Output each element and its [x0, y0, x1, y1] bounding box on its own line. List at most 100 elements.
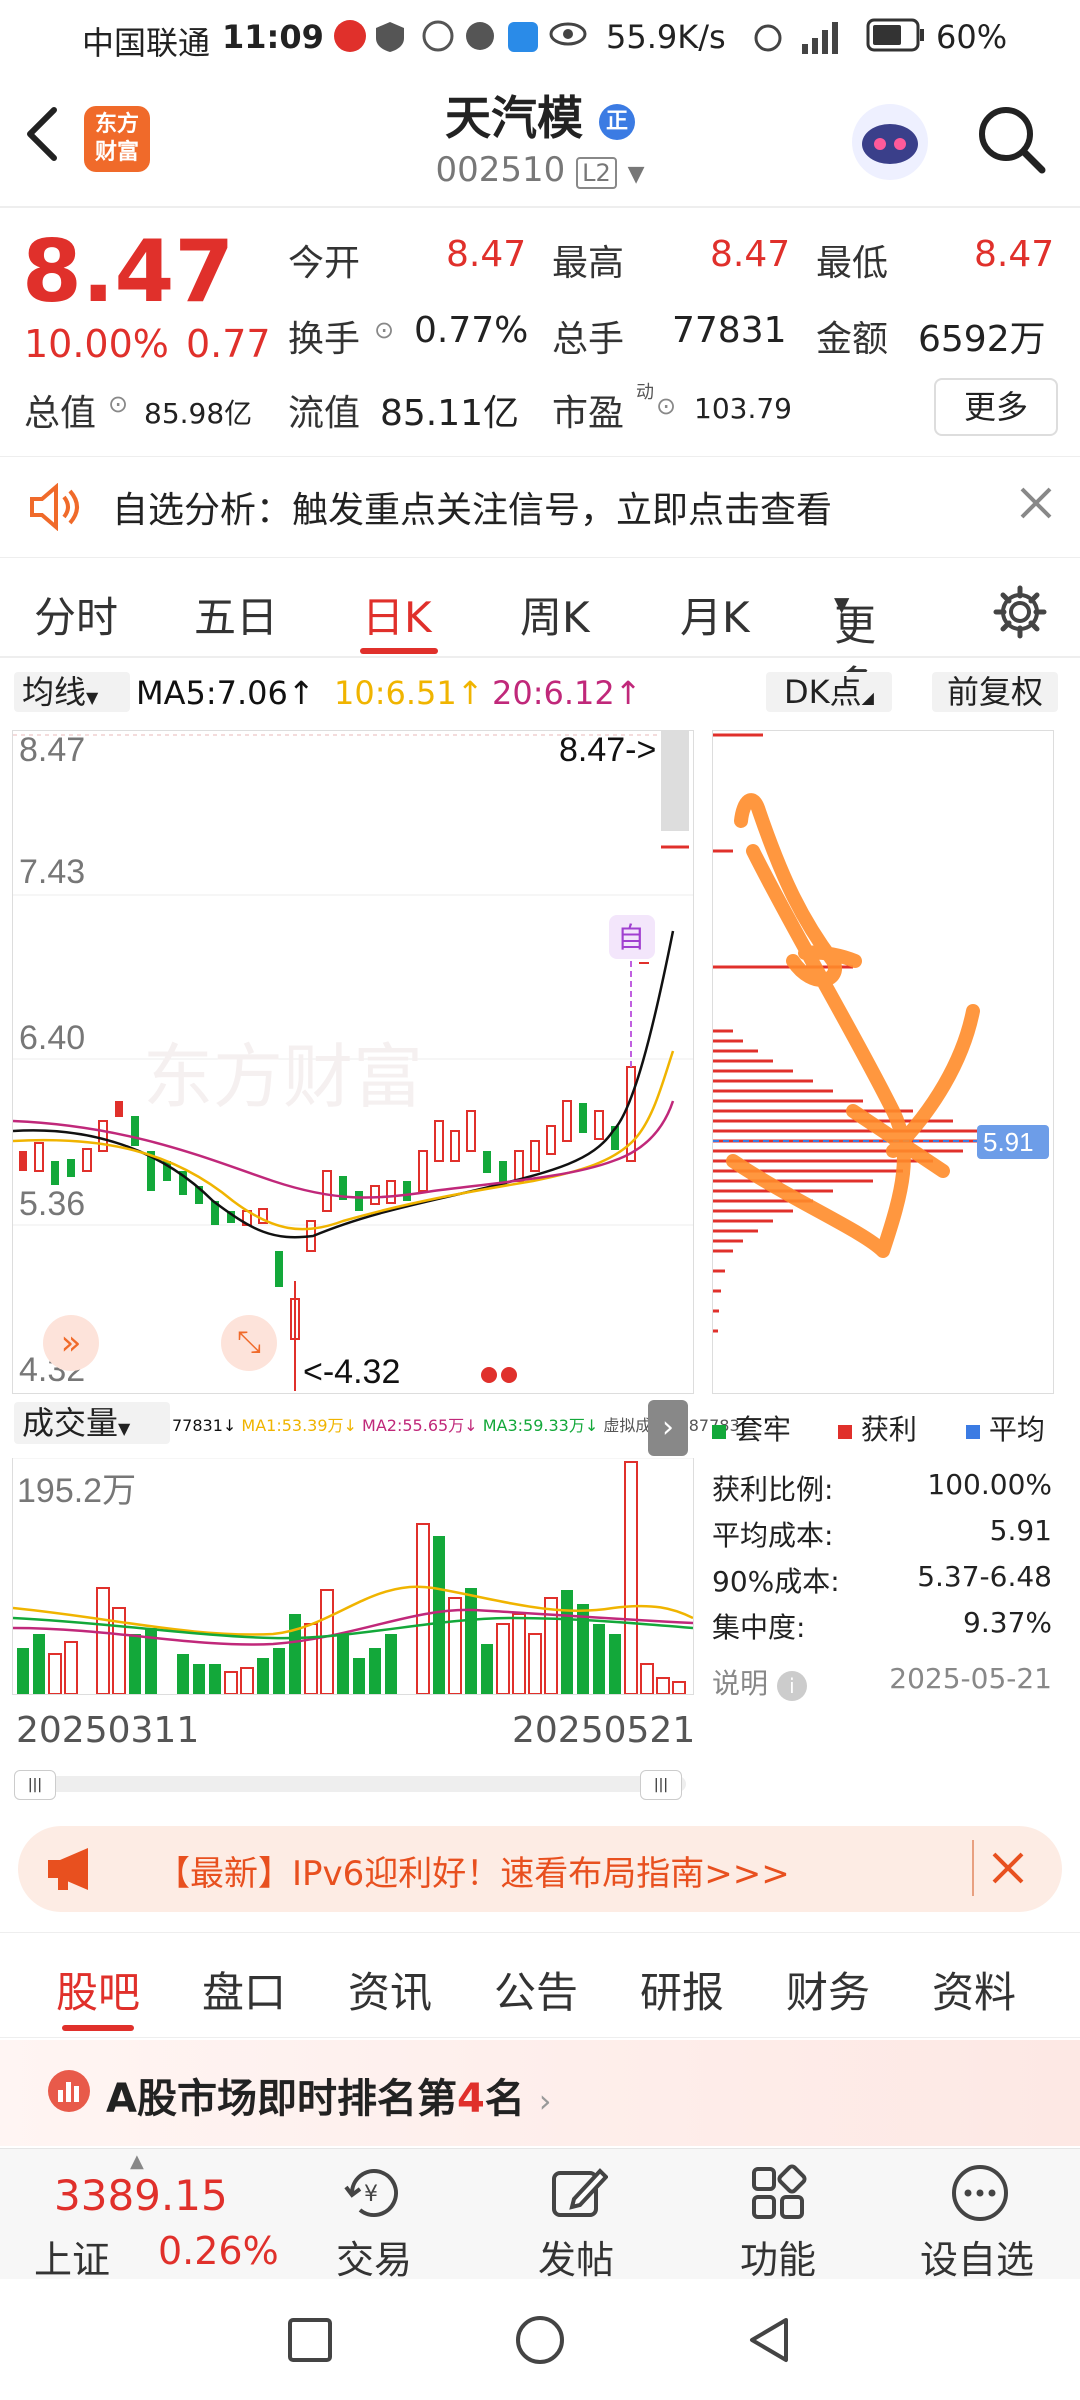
signal-icon — [752, 14, 862, 66]
index-change[interactable]: 0.26% — [158, 2229, 279, 2273]
chip-stats: 套牢 获利 平均 获利比例: 100.00% 平均成本: 5.91 90%成本:… — [712, 1404, 1052, 1704]
compose-icon[interactable] — [548, 2163, 609, 2227]
chip-svg: 5.91 — [713, 733, 1053, 1333]
tab-intraday[interactable]: 分时 — [34, 584, 118, 645]
legend-trapped: 套牢 — [712, 1408, 791, 1448]
range-handle-left[interactable]: ||| — [14, 1770, 56, 1800]
float-label: 流值 — [288, 393, 361, 434]
tab-profile[interactable]: 资料 — [932, 1959, 1016, 2020]
legend-swatch — [966, 1425, 980, 1439]
tab-forum[interactable]: 股吧 — [56, 1959, 140, 2020]
network-speed: 55.9K/s — [606, 18, 726, 56]
promo-text: 【最新】IPv6迎利好！速看布局指南>>> — [156, 1854, 790, 1894]
high-marker: 8.47-> — [559, 731, 656, 769]
system-navigation-bar — [0, 2280, 1080, 2400]
tab-finance[interactable]: 财务 — [786, 1959, 870, 2020]
nav-add-watchlist[interactable]: 设自选 — [920, 2229, 1034, 2284]
volume-svg: 195.2万 — [12, 1457, 694, 1695]
back-nav-icon[interactable] — [744, 2314, 796, 2370]
pe-value: 103.79 — [694, 392, 792, 425]
chip-distribution-chart[interactable]: 5.91 — [712, 730, 1054, 1394]
carrier-label: 中国联通 — [82, 24, 211, 62]
more-dots-icon[interactable] — [950, 2163, 1010, 2227]
close-icon[interactable] — [1018, 485, 1054, 525]
chart-period-tabs: 分时 五日 日K 周K 月K 更多▼ — [0, 576, 1080, 711]
nav-functions[interactable]: 功能 — [740, 2229, 816, 2284]
volume-selector[interactable]: 成交量▼ — [14, 1402, 170, 1444]
nav-trade[interactable]: 交易 — [336, 2229, 412, 2284]
bottom-navigation: ▲ 3389.15 上证 0.26% ¥ 交易 发帖 功能 设自选 — [0, 2148, 1080, 2282]
caret-down-icon: ▼ — [834, 592, 850, 616]
vol-ma2-line — [12, 1608, 694, 1646]
search-icon[interactable] — [976, 104, 1048, 180]
tab-daily-k[interactable]: 日K — [362, 584, 432, 645]
promo-banner[interactable]: 【最新】IPv6迎利好！速看布局指南>>> — [18, 1826, 1062, 1912]
volume-chart[interactable]: 195.2万 — [12, 1457, 694, 1695]
tab-announcements[interactable]: 公告 — [494, 1959, 578, 2020]
candle — [579, 1103, 587, 1133]
rank-prefix: A股市场即时排名第 — [106, 2076, 457, 2122]
apps-icon[interactable] — [748, 2163, 808, 2227]
index-value[interactable]: 3389.15 — [54, 2171, 228, 2220]
candle — [530, 1140, 540, 1172]
divider — [972, 1840, 974, 1896]
close-icon[interactable] — [990, 1850, 1026, 1890]
tab-five-day[interactable]: 五日 — [194, 584, 278, 645]
candle — [546, 1125, 556, 1155]
vol-legend: 77831↓ — [172, 1416, 237, 1435]
megaphone-icon — [44, 1846, 100, 1896]
pe-superscript: 动 — [636, 382, 654, 403]
more-button[interactable]: 更多 — [934, 378, 1058, 436]
nav-post[interactable]: 发帖 — [538, 2229, 614, 2284]
ma10-label: 10:6.51↑ — [334, 674, 484, 712]
dk-point-selector[interactable]: DK点◢ — [766, 672, 892, 712]
legend-swatch — [712, 1425, 726, 1439]
trade-icon[interactable]: ¥ — [342, 2163, 406, 2227]
active-tab-indicator — [360, 648, 438, 654]
info-icon[interactable]: ⊙ — [108, 390, 128, 418]
note-link[interactable]: 说明 i — [712, 1662, 807, 1702]
event-dot — [501, 1367, 517, 1383]
legend-avg: 平均 — [966, 1408, 1045, 1448]
candle — [82, 1148, 92, 1172]
avg-cost-tag-label: 5.91 — [983, 1127, 1034, 1157]
info-icon[interactable]: ⊙ — [656, 392, 676, 420]
candle — [434, 1120, 444, 1162]
candle — [466, 1110, 476, 1152]
home-icon[interactable] — [514, 2314, 566, 2370]
ma3-legend: MA3:59.33万↓ — [482, 1416, 599, 1435]
gear-icon[interactable] — [992, 584, 1048, 644]
rank-suffix: 名 — [484, 2076, 525, 2122]
index-name[interactable]: 上证 — [34, 2229, 110, 2284]
tab-weekly-k[interactable]: 周K — [520, 584, 590, 645]
open-value: 8.47 — [446, 234, 527, 275]
kline-chart[interactable]: 东方财富 8.47 7.43 6.40 5.36 4.32 8.47-> <-4… — [12, 730, 694, 1394]
range-slider[interactable]: ||| ||| — [14, 1770, 686, 1800]
high-label: 最高 — [552, 243, 625, 284]
event-dot — [481, 1367, 497, 1383]
expand-left-icon[interactable]: » — [43, 1315, 99, 1371]
turnover-label: 换手 — [288, 319, 361, 360]
info-icon[interactable]: ⊙ — [374, 316, 394, 344]
scroll-shade — [661, 731, 689, 831]
info-icon: i — [776, 1671, 807, 1701]
tab-monthly-k[interactable]: 月K — [680, 584, 750, 645]
ma20-label: 20:6.12↑ — [492, 674, 642, 712]
tab-research[interactable]: 研报 — [640, 1959, 724, 2020]
ma-selector[interactable]: 均线▼ — [14, 672, 130, 712]
caret-up-icon: ▲ — [130, 2151, 144, 2172]
recent-apps-icon[interactable] — [286, 2316, 334, 2368]
market-rank-banner[interactable]: A股市场即时排名第4名 › — [0, 2040, 1080, 2146]
fullscreen-icon[interactable]: ⤡ — [221, 1315, 277, 1371]
legend-profit: 获利 — [838, 1408, 917, 1448]
candle — [450, 1130, 460, 1162]
clock: 11:09 — [222, 18, 324, 56]
chevron-right-icon[interactable]: › — [648, 1400, 688, 1456]
robot-avatar-icon[interactable] — [848, 100, 932, 188]
tab-orderbook[interactable]: 盘口 — [202, 1959, 286, 2020]
level-badge: L2 — [576, 157, 617, 189]
adjust-selector[interactable]: 前复权 — [932, 672, 1058, 712]
range-handle-right[interactable]: ||| — [640, 1770, 682, 1800]
tab-news[interactable]: 资讯 — [348, 1959, 432, 2020]
analysis-notice[interactable]: 自选分析：触发重点关注信号，立即点击查看 — [0, 456, 1080, 558]
